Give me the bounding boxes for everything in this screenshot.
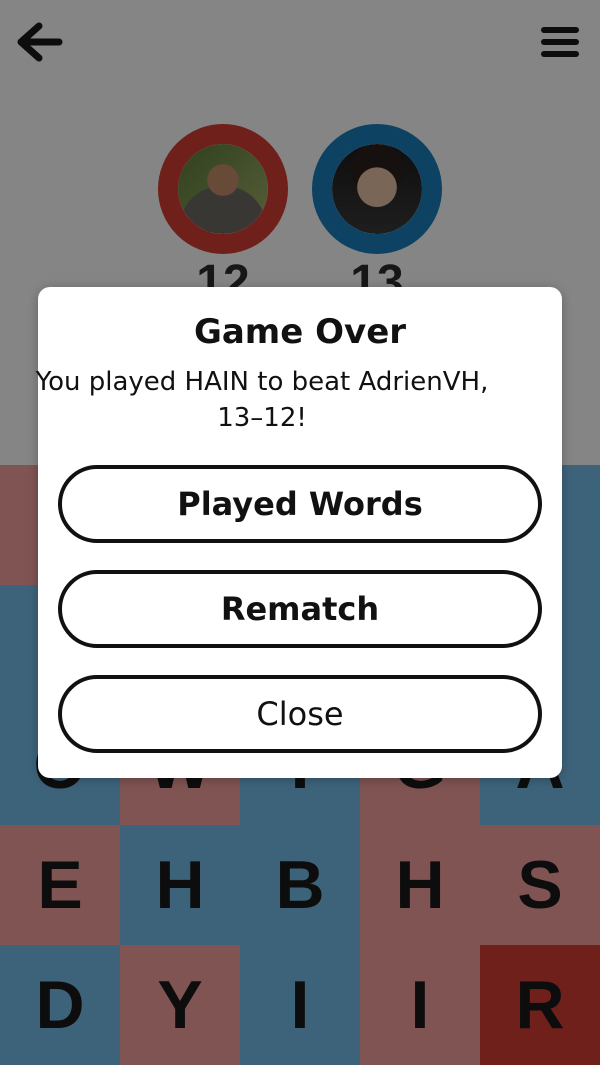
rematch-button[interactable]: Rematch: [58, 570, 542, 648]
dialog-title: Game Over: [193, 312, 407, 352]
played-words-button[interactable]: Played Words: [58, 465, 542, 543]
close-button[interactable]: Close: [58, 675, 542, 753]
dialog-message: You played HAIN to beat AdrienVH, 13–12!: [35, 367, 489, 433]
